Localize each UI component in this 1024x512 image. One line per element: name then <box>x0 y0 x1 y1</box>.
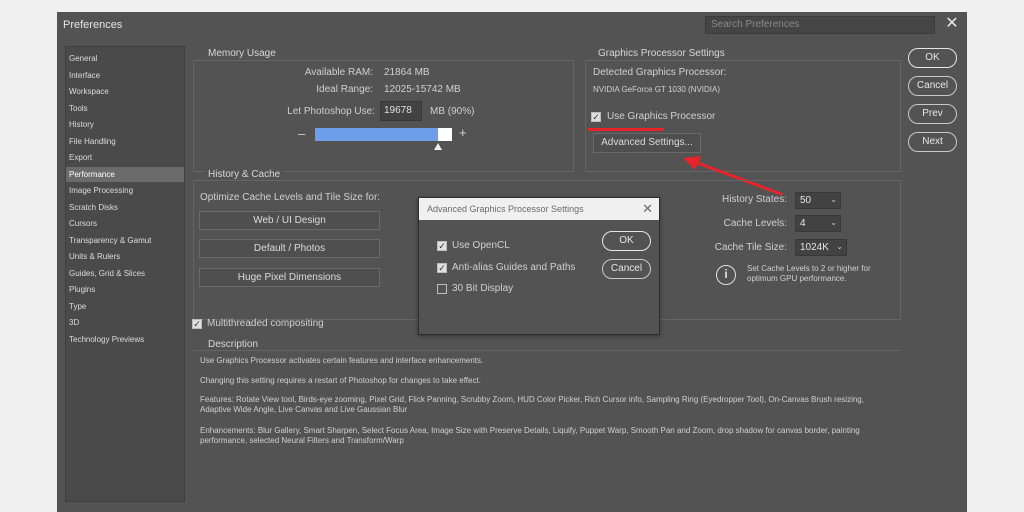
screenshot-frame: Preferences Search Preferences ✕ General… <box>0 0 1024 512</box>
default-photos-button[interactable]: Default / Photos <box>199 239 380 258</box>
sidebar-item-tools[interactable]: Tools <box>66 101 184 116</box>
description-enhancements-1: Enhancements: Blur Gallery, Smart Sharpe… <box>200 426 860 435</box>
cache-levels-select[interactable]: 4 ⌄ <box>795 215 841 232</box>
sidebar-item-plugins[interactable]: Plugins <box>66 282 184 297</box>
optimize-label: Optimize Cache Levels and Tile Size for: <box>200 192 381 203</box>
dialog-title: Advanced Graphics Processor Settings <box>419 198 659 220</box>
dialog-cancel-button[interactable]: Cancel <box>602 259 651 279</box>
prev-button[interactable]: Prev <box>908 104 957 124</box>
use-opencl-checkbox[interactable]: ✓ <box>437 241 447 251</box>
cache-tile-size-select[interactable]: 1024K ⌄ <box>795 239 847 256</box>
sidebar-item-image-processing[interactable]: Image Processing <box>66 183 184 198</box>
description-features-2: Adaptive Wide Angle, Live Canvas and Liv… <box>200 405 408 414</box>
ram-unit-label: MB (90%) <box>430 106 475 117</box>
search-preferences-input[interactable]: Search Preferences <box>705 16 935 34</box>
available-ram-value: 21864 MB <box>384 67 430 78</box>
anti-alias-checkbox[interactable]: ✓ <box>437 263 447 273</box>
available-ram-label: Available RAM: <box>304 67 373 78</box>
history-states-select[interactable]: 50 ⌄ <box>795 192 841 209</box>
sidebar-item-transparency-gamut[interactable]: Transparency & Gamut <box>66 233 184 248</box>
30-bit-display-checkbox[interactable] <box>437 284 447 294</box>
ideal-range-value: 12025-15742 MB <box>384 84 461 95</box>
sidebar-item-file-handling[interactable]: File Handling <box>66 134 184 149</box>
photoshop-ram-input[interactable]: 19678 <box>380 101 422 121</box>
cancel-button[interactable]: Cancel <box>908 76 957 96</box>
chevron-down-icon: ⌄ <box>836 242 843 251</box>
graphics-processor-title: Graphics Processor Settings <box>595 48 728 59</box>
sidebar-item-scratch-disks[interactable]: Scratch Disks <box>66 200 184 215</box>
annotation-underline <box>587 128 664 131</box>
advanced-gpu-settings-dialog: Advanced Graphics Processor Settings ✕ ✓… <box>418 197 660 335</box>
description-features-1: Features: Rotate View tool, Birds-eye zo… <box>200 395 864 404</box>
cache-info-text-2: optimum GPU performance. <box>747 274 847 283</box>
sidebar-item-3d[interactable]: 3D <box>66 315 184 330</box>
memory-usage-title: Memory Usage <box>205 48 279 59</box>
advanced-settings-button[interactable]: Advanced Settings... <box>593 133 701 153</box>
let-photoshop-use-label: Let Photoshop Use: <box>287 106 375 117</box>
description-line-2: Changing this setting requires a restart… <box>200 376 481 385</box>
use-gpu-checkbox[interactable]: ✓ <box>591 112 601 122</box>
cache-tile-size-value: 1024K <box>800 242 829 253</box>
slider-plus: + <box>459 125 467 140</box>
sidebar-item-units-rulers[interactable]: Units & Rulers <box>66 249 184 264</box>
history-cache-title: History & Cache <box>205 169 284 180</box>
anti-alias-label: Anti-alias Guides and Paths <box>452 262 576 273</box>
sidebar-item-interface[interactable]: Interface <box>66 68 184 83</box>
sidebar-item-technology-previews[interactable]: Technology Previews <box>66 332 184 347</box>
cache-tile-size-label: Cache Tile Size: <box>714 242 787 253</box>
ideal-range-label: Ideal Range: <box>316 84 373 95</box>
window-title: Preferences <box>63 19 123 31</box>
use-gpu-label: Use Graphics Processor <box>607 111 716 122</box>
cache-levels-label: Cache Levels: <box>723 218 787 229</box>
sidebar-item-performance[interactable]: Performance <box>66 166 184 182</box>
chevron-down-icon: ⌄ <box>830 218 837 227</box>
sidebar-item-guides-grid-slices[interactable]: Guides, Grid & Slices <box>66 266 184 281</box>
description-enhancements-2: performance, selected Neural Filters and… <box>200 436 404 445</box>
detected-gpu-value: NVIDIA GeForce GT 1030 (NVIDIA) <box>593 85 721 94</box>
cache-levels-value: 4 <box>800 218 806 229</box>
ram-slider-fill <box>315 128 439 141</box>
huge-pixel-dimensions-button[interactable]: Huge Pixel Dimensions <box>199 268 380 287</box>
detected-gpu-label: Detected Graphics Processor: <box>593 67 727 78</box>
history-states-value: 50 <box>800 195 812 206</box>
sidebar-item-workspace[interactable]: Workspace <box>66 84 184 99</box>
info-icon: i <box>716 265 736 285</box>
web-ui-design-button[interactable]: Web / UI Design <box>199 211 380 230</box>
30-bit-display-label: 30 Bit Display <box>452 283 514 294</box>
multithreaded-checkbox[interactable]: ✓ <box>192 319 202 329</box>
description-title: Description <box>205 339 262 350</box>
use-opencl-label: Use OpenCL <box>452 240 510 251</box>
sidebar-item-type[interactable]: Type <box>66 299 184 314</box>
ok-button[interactable]: OK <box>908 48 957 68</box>
next-button[interactable]: Next <box>908 132 957 152</box>
ram-slider-track[interactable] <box>315 128 452 141</box>
dialog-ok-button[interactable]: OK <box>602 231 651 251</box>
cache-info-text-1: Set Cache Levels to 2 or higher for <box>747 264 871 273</box>
sidebar-item-export[interactable]: Export <box>66 150 184 165</box>
chevron-down-icon: ⌄ <box>830 195 837 204</box>
close-icon[interactable]: ✕ <box>943 15 961 33</box>
preferences-sidebar: General Interface Workspace Tools History Fil… <box>65 46 185 502</box>
ram-slider-thumb[interactable] <box>434 143 443 150</box>
sidebar-item-cursors[interactable]: Cursors <box>66 216 184 231</box>
multithreaded-label: Multithreaded compositing <box>207 318 324 329</box>
history-states-label: History States: <box>721 194 787 205</box>
sidebar-item-history[interactable]: History <box>66 117 184 132</box>
slider-minus: – <box>298 126 306 141</box>
dialog-close-icon[interactable]: ✕ <box>642 201 653 217</box>
sidebar-item-general[interactable]: General <box>66 51 184 66</box>
description-line-1: Use Graphics Processor activates certain… <box>200 356 484 365</box>
